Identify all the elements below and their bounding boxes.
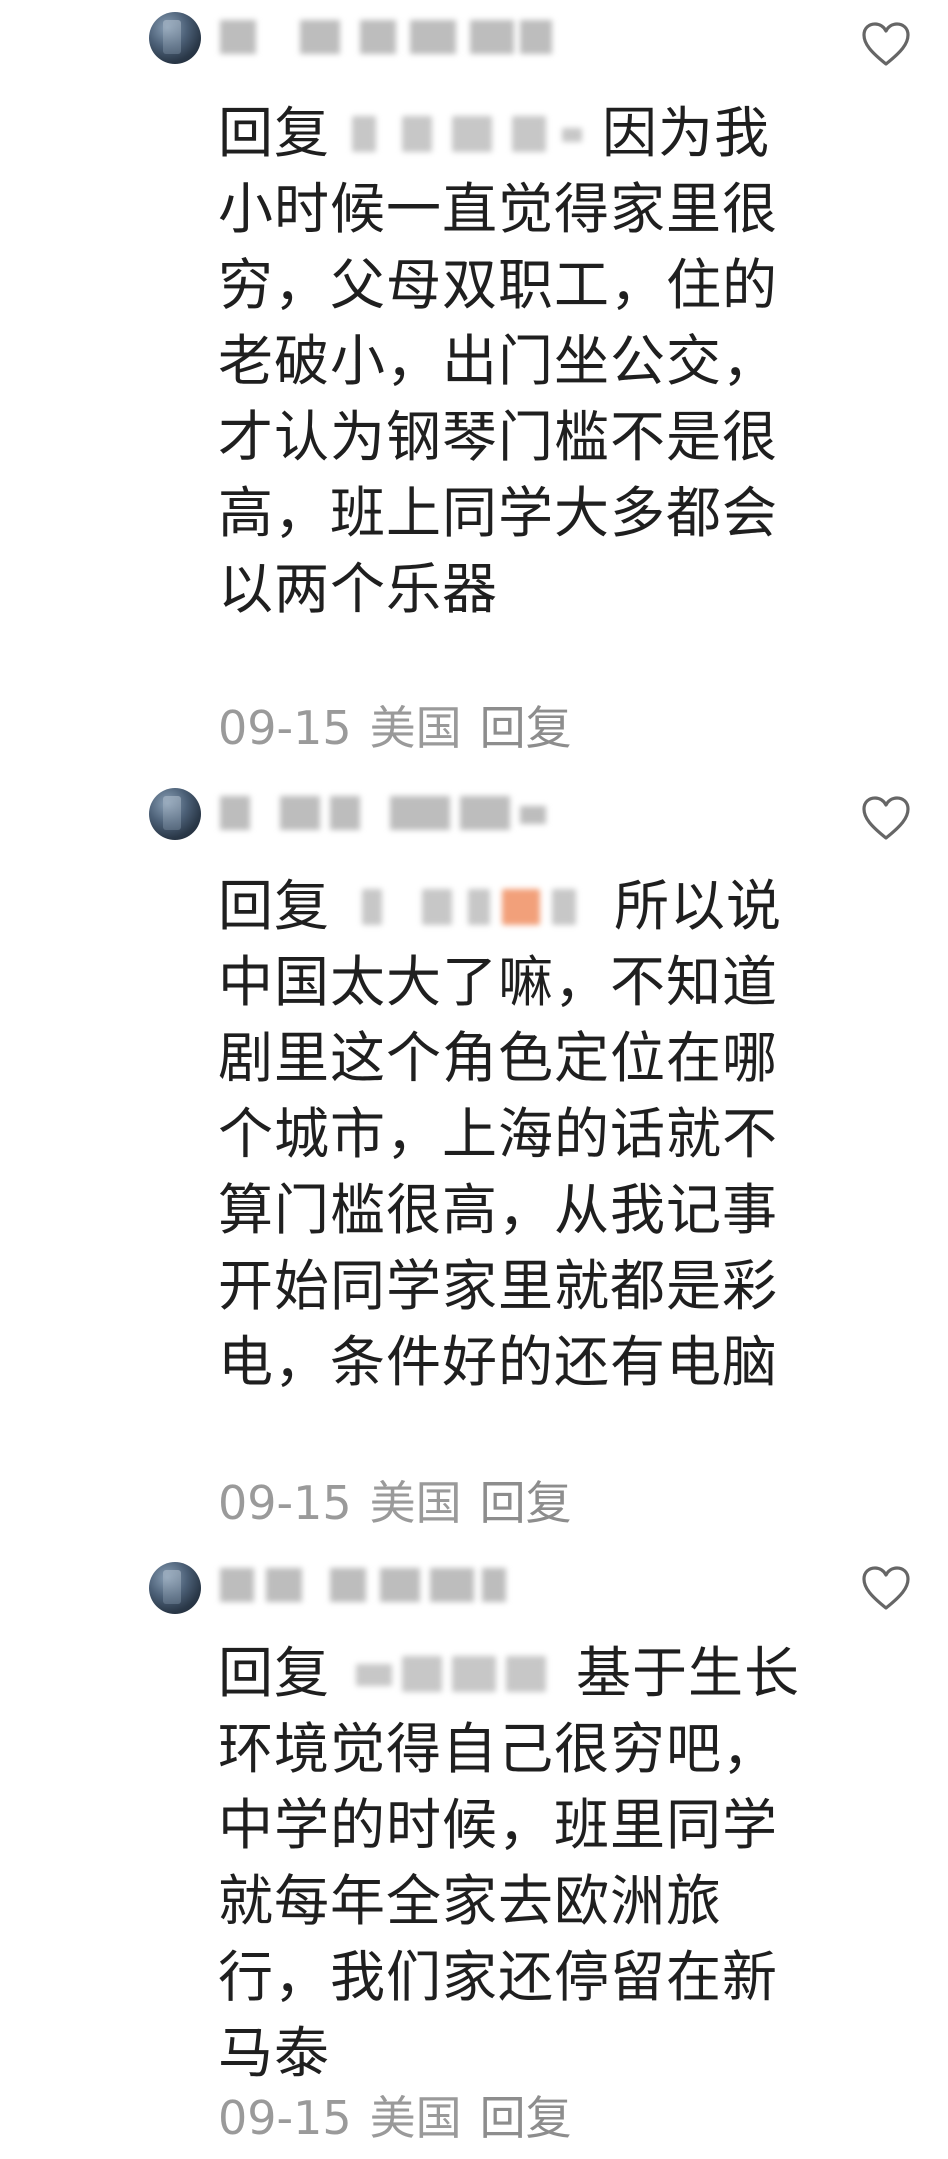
mention-redacted[interactable]	[342, 108, 592, 158]
user-avatar[interactable]	[149, 12, 201, 64]
heart-outline-icon[interactable]	[861, 796, 911, 842]
reply-body: 回复 因为我小时候一直觉得家里很穷，父母双职工，住的老破小，出门坐公交，才认为钢琴…	[218, 95, 808, 627]
user-avatar[interactable]	[149, 1562, 201, 1614]
reply-button[interactable]: 回复	[480, 2091, 572, 2145]
username-redacted[interactable]	[220, 14, 552, 60]
reply-text: 所以说中国太大了嘛，不知道剧里这个角色定位在哪个城市，上海的话就不算门槛很高，从…	[218, 874, 783, 1394]
username-redacted[interactable]	[220, 1562, 550, 1608]
comment-thread: 回复 因为我小时候一直觉得家里很穷，父母双职工，住的老破小，出门坐公交，才认为钢琴…	[0, 0, 948, 2159]
reply-meta: 09-15 美国 回复	[218, 1473, 590, 1533]
reply-prefix: 回复	[218, 1641, 331, 1705]
reply-body: 回复 基于生长环境觉得自己很穷吧，中学的时候，班里同学就每年全家去欧洲旅行，我们家…	[218, 1635, 808, 2091]
reply-location: 美国	[369, 1476, 462, 1530]
user-avatar[interactable]	[149, 788, 201, 840]
username-redacted[interactable]	[220, 790, 550, 836]
heart-outline-icon[interactable]	[861, 22, 911, 68]
reply-prefix: 回复	[218, 874, 331, 938]
reply-meta: 09-15 美国 回复	[218, 2088, 590, 2148]
reply-date: 09-15	[218, 1476, 352, 1530]
reply-date: 09-15	[218, 2091, 352, 2145]
reply-text: 基于生长环境觉得自己很穷吧，中学的时候，班里同学就每年全家去欧洲旅行，我们家还停…	[218, 1641, 801, 2085]
reply-body: 回复 所以说中国太大了嘛，不知道剧里这个角色定位在哪个城市，上海的话就不算门槛很高…	[218, 868, 808, 1400]
mention-redacted[interactable]	[342, 881, 604, 931]
reply-location: 美国	[369, 701, 462, 755]
reply-date: 09-15	[218, 701, 352, 755]
reply-meta: 09-15 美国 回复	[218, 698, 590, 758]
reply-location: 美国	[369, 2091, 462, 2145]
reply-button[interactable]: 回复	[480, 1476, 572, 1530]
mention-redacted[interactable]	[342, 1648, 566, 1698]
reply-button[interactable]: 回复	[480, 701, 572, 755]
heart-outline-icon[interactable]	[861, 1566, 911, 1612]
reply-prefix: 回复	[218, 101, 331, 165]
reply-text: 因为我小时候一直觉得家里很穷，父母双职工，住的老破小，出门坐公交，才认为钢琴门槛…	[218, 101, 779, 621]
